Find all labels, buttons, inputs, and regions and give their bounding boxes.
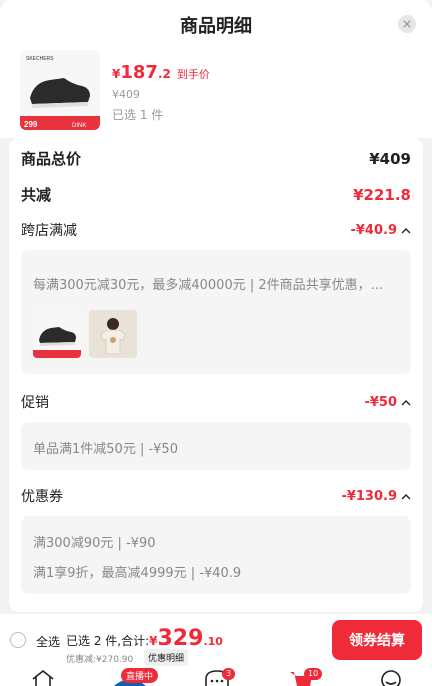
total-row: 商品总价 ¥409	[21, 148, 411, 169]
discount-detail-button[interactable]: 优惠明细	[144, 649, 189, 666]
shoe-image: SKECHERS 299 DINK	[20, 50, 100, 130]
original-price: ¥409	[112, 88, 140, 101]
price-breakdown-card: 商品总价 ¥409 共减 ¥221.8 跨店满减 -¥40.9 每满300元减3…	[9, 138, 423, 612]
home-icon[interactable]	[30, 668, 56, 686]
live-badge: 直播中	[121, 668, 159, 683]
svg-text:SKECHERS: SKECHERS	[26, 56, 54, 62]
promo-value: -¥50	[364, 395, 411, 410]
checkout-button[interactable]: 领券结算	[332, 620, 422, 660]
total-value: ¥409	[369, 149, 411, 168]
chevron-up-icon	[401, 227, 411, 233]
svg-text:299: 299	[24, 120, 38, 129]
select-all-label[interactable]: 全选	[36, 633, 60, 650]
coupon-panel: 满300减90元 | -¥90 满1享9折，最高减4999元 | -¥40.9	[21, 516, 411, 594]
cross-store-row[interactable]: 跨店满减 -¥40.9	[21, 220, 411, 240]
checkout-bar: 全选 已选 2 件,合计: ¥329.10 优惠减:¥270.90 优惠明细 领券…	[0, 614, 432, 686]
cross-store-value: -¥40.9	[350, 223, 411, 238]
product-detail-sheet: 商品明细 SKECHERS 299 DINK ¥187.2 到手价 ¥409 已选…	[0, 0, 432, 686]
cart-total: 已选 2 件,合计: ¥329.10	[66, 626, 223, 651]
final-price: ¥187.2 到手价	[112, 62, 210, 83]
promo-label: 促销	[21, 395, 49, 411]
cross-store-label: 跨店满减	[21, 223, 77, 239]
product-thumbnail[interactable]: SKECHERS 299 DINK	[20, 50, 100, 130]
coupon-desc-1: 满300减90元 | -¥90	[33, 536, 156, 551]
select-all-radio[interactable]	[10, 632, 26, 648]
total-label: 商品总价	[21, 150, 82, 168]
reduce-value: ¥221.8	[353, 185, 411, 204]
reduce-label: 共减	[21, 186, 52, 204]
chevron-up-icon	[401, 399, 411, 405]
promo-panel: 单品满1件减50元 | -¥50	[21, 422, 411, 470]
tshirt-model-image	[89, 310, 137, 358]
coupon-row[interactable]: 优惠券 -¥130.9	[21, 486, 411, 506]
sheet-title: 商品明细	[180, 16, 252, 37]
product-summary: SKECHERS 299 DINK ¥187.2 到手价 ¥409 已选 1 件	[0, 46, 432, 138]
cart-count-badge: 10	[304, 668, 323, 680]
shoe-image	[33, 310, 81, 358]
promo-row[interactable]: 促销 -¥50	[21, 392, 411, 412]
cross-store-panel: 每满300元减30元，最多减40000元 | 2件商品共享优惠，...	[21, 250, 411, 374]
reduce-row: 共减 ¥221.8	[21, 184, 411, 205]
sheet-header: 商品明细	[0, 0, 432, 46]
cross-store-desc: 每满300元减30元，最多减40000元 | 2件商品共享优惠，...	[33, 278, 384, 293]
close-button[interactable]	[398, 15, 416, 33]
close-icon	[403, 20, 411, 28]
coupon-desc-2: 满1享9折，最高减4999元 | -¥40.9	[33, 566, 242, 581]
svg-text:DINK: DINK	[72, 123, 86, 129]
coupon-label: 优惠券	[21, 489, 63, 505]
selected-count: 已选 1 件	[112, 108, 164, 122]
promo-desc: 单品满1件减50元 | -¥50	[33, 442, 178, 457]
profile-icon[interactable]	[378, 668, 404, 686]
coupon-value: -¥130.9	[341, 489, 411, 504]
item-thumb-shoe[interactable]	[33, 310, 81, 358]
chevron-up-icon	[401, 493, 411, 499]
item-thumb-tshirt[interactable]	[89, 310, 137, 358]
message-count-badge: 3	[222, 668, 236, 680]
discount-amount: 优惠减:¥270.90	[66, 655, 134, 665]
